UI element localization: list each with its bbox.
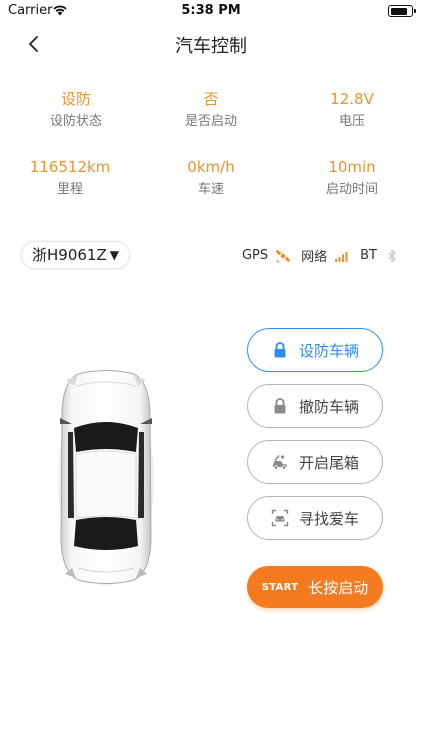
- start-label: 长按启动: [308, 578, 369, 597]
- caret-down-icon: ▼: [109, 248, 119, 262]
- plate-number: 浙H9061Z: [32, 246, 107, 264]
- action-label: 开启尾箱: [298, 453, 359, 472]
- car-top-view-image: [58, 370, 154, 586]
- stat-label: 电压: [338, 114, 365, 129]
- status-time: 5:38 PM: [181, 3, 241, 18]
- satellite-icon: [275, 249, 291, 263]
- arm-vehicle-button[interactable]: 设防车辆: [247, 328, 383, 372]
- trunk-icon: [272, 455, 287, 470]
- bluetooth-icon: [388, 248, 396, 263]
- gps-label: GPS: [241, 248, 269, 263]
- lock-icon: [274, 398, 286, 414]
- find-car-button[interactable]: 寻找爱车: [247, 496, 383, 540]
- signal-bars-icon: [335, 251, 348, 262]
- connection-indicators: GPS 网络 BT: [242, 246, 400, 265]
- disarm-vehicle-button[interactable]: 撤防车辆: [247, 384, 383, 428]
- stat-value: 设防: [60, 90, 91, 108]
- stat-speed: 0km/h 车速: [141, 156, 281, 200]
- stat-engine-started: 否 是否启动: [141, 88, 281, 132]
- stat-value: 116512km: [29, 158, 111, 176]
- open-trunk-button[interactable]: 开启尾箱: [247, 440, 383, 484]
- stat-label: 启动时间: [325, 182, 378, 197]
- lock-icon: [274, 342, 286, 358]
- bluetooth-label: BT: [360, 248, 377, 263]
- action-label: 设防车辆: [298, 341, 359, 360]
- stat-label: 车速: [197, 182, 224, 197]
- battery-icon: [388, 5, 416, 17]
- find-car-icon: [271, 509, 289, 527]
- stat-mileage: 116512km 里程: [0, 156, 140, 200]
- stat-value: 否: [203, 90, 219, 108]
- long-press-start-button[interactable]: START 长按启动: [247, 566, 383, 608]
- stat-voltage: 12.8V 电压: [282, 88, 422, 132]
- stat-start-duration: 10min 启动时间: [282, 156, 422, 200]
- stat-armed-status: 设防 设防状态: [6, 88, 146, 132]
- stat-value: 10min: [328, 158, 376, 176]
- stat-value: 12.8V: [330, 90, 374, 108]
- stat-label: 里程: [56, 182, 83, 197]
- nav-bar: 汽车控制: [0, 22, 422, 66]
- network-label: 网络: [301, 250, 328, 265]
- action-label: 寻找爱车: [298, 509, 359, 528]
- battery-level: [390, 7, 407, 15]
- plate-selector[interactable]: 浙H9061Z ▼: [22, 242, 129, 268]
- start-tag: START: [261, 581, 299, 593]
- status-bar: Carrier 5:38 PM: [0, 0, 422, 22]
- stat-value: 0km/h: [187, 158, 235, 176]
- action-label: 撤防车辆: [298, 397, 359, 416]
- stat-label: 设防状态: [49, 114, 102, 129]
- page-title: 汽车控制: [175, 36, 247, 57]
- stat-label: 是否启动: [184, 114, 237, 129]
